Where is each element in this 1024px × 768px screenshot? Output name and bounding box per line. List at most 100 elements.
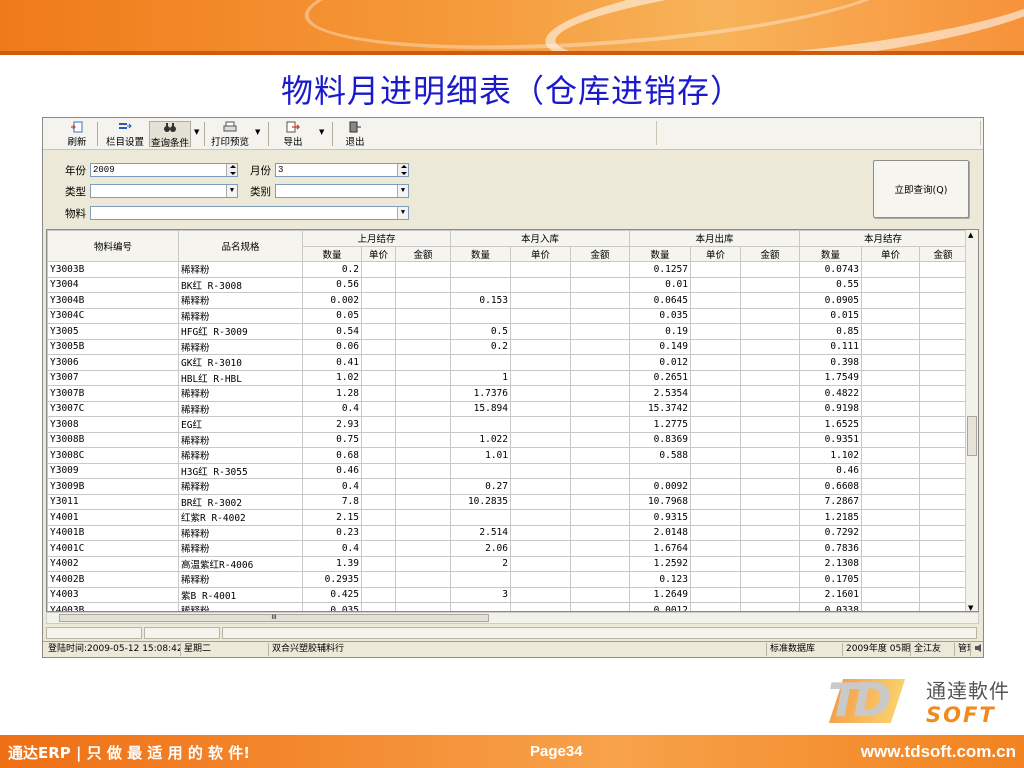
table-cell[interactable]: [861, 602, 920, 611]
table-cell[interactable]: [361, 493, 396, 510]
table-cell[interactable]: 0.1257: [629, 261, 691, 278]
table-cell[interactable]: [395, 462, 451, 479]
table-cell[interactable]: 稀释粉: [178, 602, 303, 611]
table-cell[interactable]: [570, 524, 630, 541]
table-cell[interactable]: [450, 261, 511, 278]
table-cell[interactable]: 稀释粉: [178, 431, 303, 448]
table-cell[interactable]: [570, 307, 630, 324]
table-cell[interactable]: [361, 307, 396, 324]
table-cell[interactable]: [510, 540, 571, 557]
table-cell[interactable]: [861, 540, 920, 557]
table-cell[interactable]: 0.398: [799, 354, 862, 371]
chevron-down-icon[interactable]: ▼: [397, 207, 408, 219]
table-cell[interactable]: [570, 354, 630, 371]
table-cell[interactable]: 15.894: [450, 400, 511, 417]
table-cell[interactable]: [740, 493, 800, 510]
table-cell[interactable]: [361, 431, 396, 448]
table-cell[interactable]: [740, 369, 800, 386]
table-cell[interactable]: [740, 354, 800, 371]
table-cell[interactable]: [450, 602, 511, 611]
table-cell[interactable]: [510, 493, 571, 510]
table-cell[interactable]: [570, 385, 630, 402]
table-cell[interactable]: [570, 462, 630, 479]
table-cell[interactable]: [861, 462, 920, 479]
table-cell[interactable]: [919, 602, 967, 611]
table-cell[interactable]: [570, 586, 630, 603]
column-settings-button[interactable]: 栏目设置: [104, 121, 146, 148]
table-cell[interactable]: [919, 540, 967, 557]
col-subheader[interactable]: 金额: [919, 245, 967, 262]
table-cell[interactable]: 1.7549: [799, 369, 862, 386]
table-row[interactable]: Y3007 HBL红 R-HBL 1.02 1 0.2651 1.7549: [47, 369, 967, 386]
table-cell[interactable]: 2.514: [450, 524, 511, 541]
table-cell[interactable]: [510, 524, 571, 541]
table-cell[interactable]: [450, 416, 511, 433]
table-cell[interactable]: [861, 307, 920, 324]
table-cell[interactable]: 0.0743: [799, 261, 862, 278]
table-cell[interactable]: [740, 431, 800, 448]
table-cell[interactable]: [570, 338, 630, 355]
col-subheader[interactable]: 数量: [302, 245, 362, 262]
table-cell[interactable]: 0.9315: [629, 509, 691, 526]
table-cell[interactable]: 1.02: [302, 369, 362, 386]
table-cell[interactable]: [740, 447, 800, 464]
export-dropdown-icon[interactable]: ▼: [319, 128, 324, 136]
table-cell[interactable]: 0.7292: [799, 524, 862, 541]
table-cell[interactable]: Y3007B: [47, 385, 179, 402]
table-cell[interactable]: [919, 447, 967, 464]
table-cell[interactable]: [510, 478, 571, 495]
table-cell[interactable]: 稀释粉: [178, 524, 303, 541]
table-cell[interactable]: BR红 R-3002: [178, 493, 303, 510]
table-cell[interactable]: 1.6764: [629, 540, 691, 557]
table-cell[interactable]: 1.022: [450, 431, 511, 448]
table-cell[interactable]: [740, 524, 800, 541]
table-cell[interactable]: 2.5354: [629, 385, 691, 402]
table-cell[interactable]: [919, 431, 967, 448]
table-cell[interactable]: 稀释粉: [178, 261, 303, 278]
speaker-icon[interactable]: [971, 643, 983, 656]
table-cell[interactable]: 0.0012: [629, 602, 691, 611]
table-cell[interactable]: [395, 416, 451, 433]
table-cell[interactable]: 0.111: [799, 338, 862, 355]
table-cell[interactable]: [570, 571, 630, 588]
table-cell[interactable]: [570, 400, 630, 417]
table-cell[interactable]: [510, 338, 571, 355]
table-cell[interactable]: [740, 586, 800, 603]
refresh-button[interactable]: 刷新: [65, 121, 89, 148]
table-cell[interactable]: 2.1308: [799, 555, 862, 572]
table-cell[interactable]: [510, 354, 571, 371]
category-select[interactable]: ▼: [275, 184, 409, 198]
table-cell[interactable]: [361, 462, 396, 479]
table-cell[interactable]: [510, 385, 571, 402]
table-cell[interactable]: 0.01: [629, 276, 691, 293]
col-subheader[interactable]: 单价: [690, 245, 741, 262]
table-row[interactable]: Y3007B 稀释粉 1.28 1.7376 2.5354 0.4822: [47, 385, 967, 402]
table-cell[interactable]: [570, 602, 630, 611]
table-cell[interactable]: [510, 369, 571, 386]
table-cell[interactable]: [861, 571, 920, 588]
table-row[interactable]: Y3008C 稀释粉 0.68 1.01 0.588 1.102: [47, 447, 967, 464]
table-cell[interactable]: 0.68: [302, 447, 362, 464]
table-cell[interactable]: [570, 555, 630, 572]
table-cell[interactable]: 1.28: [302, 385, 362, 402]
table-cell[interactable]: 0.85: [799, 323, 862, 340]
table-cell[interactable]: 0.425: [302, 586, 362, 603]
table-cell[interactable]: Y4001C: [47, 540, 179, 557]
table-cell[interactable]: [690, 555, 741, 572]
table-cell[interactable]: [570, 493, 630, 510]
table-cell[interactable]: 7.8: [302, 493, 362, 510]
table-cell[interactable]: Y4001: [47, 509, 179, 526]
table-cell[interactable]: [570, 478, 630, 495]
table-cell[interactable]: 0.41: [302, 354, 362, 371]
table-cell[interactable]: [570, 447, 630, 464]
table-cell[interactable]: 0.012: [629, 354, 691, 371]
table-cell[interactable]: [395, 369, 451, 386]
table-cell[interactable]: [510, 416, 571, 433]
table-cell[interactable]: [690, 400, 741, 417]
table-cell[interactable]: 稀释粉: [178, 540, 303, 557]
table-cell[interactable]: [361, 400, 396, 417]
table-row[interactable]: Y3003B 稀释粉 0.2 0.1257 0.0743: [47, 261, 967, 278]
table-cell[interactable]: Y4001B: [47, 524, 179, 541]
table-cell[interactable]: Y3004: [47, 276, 179, 293]
table-cell[interactable]: 0.54: [302, 323, 362, 340]
